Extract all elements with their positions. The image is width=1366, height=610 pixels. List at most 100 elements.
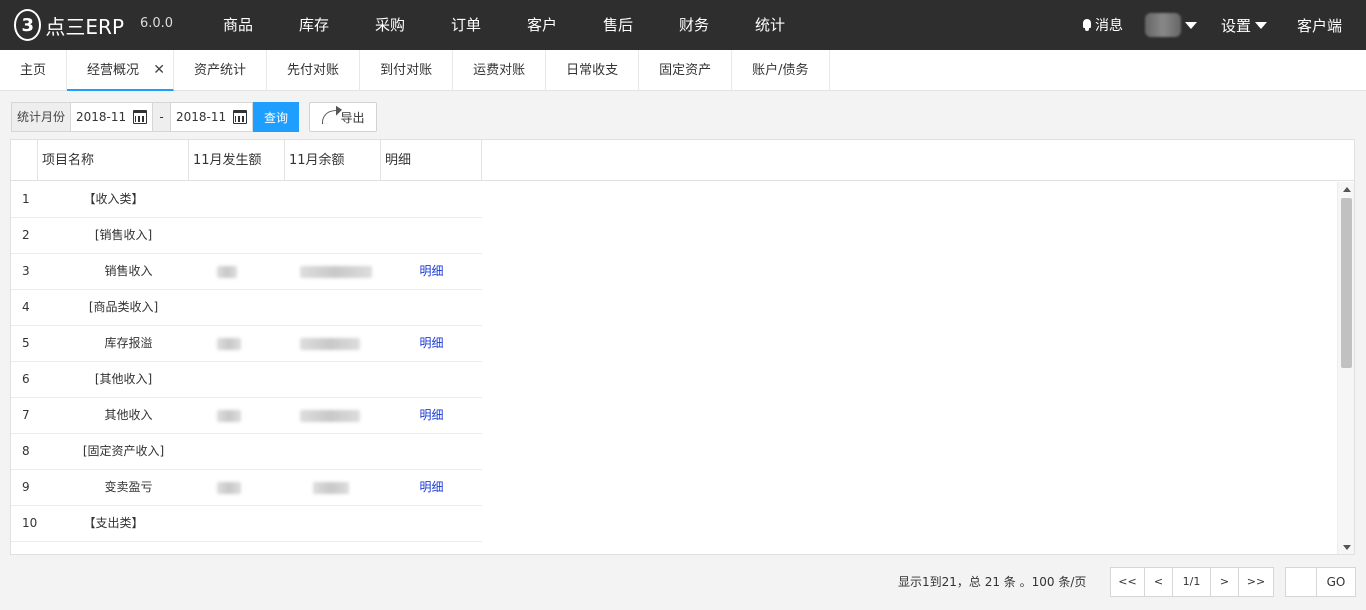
top-navigation-bar: 3 点三ERP 6.0.0 商品 库存 采购 订单 客户 售后 财务 统计 消息…	[0, 0, 1366, 50]
app-logo[interactable]: 3 点三ERP	[14, 9, 124, 41]
start-month-value: 2018-11	[76, 110, 127, 124]
detail-cell	[381, 506, 482, 541]
table-row[interactable]: 1 【收入类】	[11, 182, 482, 218]
detail-cell	[381, 290, 482, 325]
tab-label: 账户/债务	[752, 63, 809, 78]
avatar	[1144, 13, 1181, 37]
table-row[interactable]: 5 库存报溢 明细	[11, 326, 482, 362]
item-name: [销售收入]	[94, 228, 153, 242]
table-row[interactable]: 8 [固定资产收入]	[11, 434, 482, 470]
app-version: 6.0.0	[140, 16, 174, 31]
nav-item-inventory[interactable]: 库存	[276, 0, 352, 50]
tab-accounts-debts[interactable]: 账户/债务	[732, 50, 830, 91]
table-row[interactable]: 3 销售收入 明细	[11, 254, 482, 290]
next-page-button[interactable]: >	[1211, 568, 1239, 596]
month-balance	[285, 362, 381, 397]
tab-fixed-assets[interactable]: 固定资产	[639, 50, 733, 91]
row-index: 10	[22, 516, 38, 530]
month-balance	[285, 506, 381, 541]
row-index: 3	[22, 264, 30, 278]
header-month-balance[interactable]: 11月余额	[285, 140, 381, 181]
tab-home[interactable]: 主页	[0, 50, 68, 91]
detail-link[interactable]: 明细	[419, 336, 443, 350]
prev-page-button[interactable]: <	[1145, 568, 1173, 596]
row-index: 1	[22, 192, 30, 206]
bell-icon	[1082, 19, 1092, 31]
scroll-down-icon[interactable]	[1343, 545, 1351, 550]
caret-down-icon	[1254, 21, 1267, 29]
detail-cell: 明细	[381, 398, 482, 433]
end-month-input[interactable]: 2018-11	[171, 102, 254, 132]
item-name: [固定资产收入]	[82, 444, 165, 458]
nav-item-orders[interactable]: 订单	[428, 0, 504, 50]
tab-daily-income-expense[interactable]: 日常收支	[546, 50, 640, 91]
row-index: 9	[22, 480, 30, 494]
header-index	[11, 140, 38, 181]
nav-item-purchase[interactable]: 采购	[352, 0, 428, 50]
main-nav: 商品 库存 采购 订单 客户 售后 财务 统计	[200, 0, 808, 50]
month-amount	[189, 470, 285, 505]
header-month-amount[interactable]: 11月发生额	[189, 140, 285, 181]
close-icon[interactable]: ✕	[153, 50, 165, 91]
page-number-input[interactable]	[1285, 567, 1317, 597]
table-row[interactable]: 4 [商品类收入]	[11, 290, 482, 326]
last-page-button[interactable]: >>	[1239, 568, 1273, 596]
top-right-tools: 消息 设置 客户端	[1082, 0, 1366, 50]
table-row[interactable]: 2 [销售收入]	[11, 218, 482, 254]
go-button[interactable]: GO	[1316, 567, 1356, 597]
export-button[interactable]: 导出	[309, 102, 378, 132]
table-scrollbar[interactable]	[1337, 182, 1354, 554]
row-index: 4	[22, 300, 30, 314]
tab-business-overview[interactable]: 经营概况 ✕	[67, 50, 175, 91]
scroll-thumb[interactable]	[1341, 198, 1352, 368]
nav-item-goods[interactable]: 商品	[200, 0, 276, 50]
row-index: 6	[22, 372, 30, 386]
first-page-button[interactable]: <<	[1111, 568, 1145, 596]
user-menu[interactable]	[1144, 13, 1197, 37]
month-balance	[285, 398, 381, 433]
logo-text: 点三ERP	[45, 14, 124, 39]
blurred-value	[217, 410, 241, 422]
row-index: 2	[22, 228, 30, 242]
tab-freight-reconciliation[interactable]: 运费对账	[453, 50, 547, 91]
current-page-indicator: 1/1	[1173, 568, 1211, 596]
query-button[interactable]: 查询	[253, 102, 300, 132]
client-link[interactable]: 客户端	[1297, 15, 1342, 36]
detail-cell: 明细	[381, 254, 482, 289]
settings-menu[interactable]: 设置	[1221, 15, 1267, 36]
nav-item-finance[interactable]: 财务	[656, 0, 732, 50]
tab-label: 固定资产	[659, 63, 712, 78]
blurred-value	[313, 482, 349, 494]
item-name: 销售收入	[104, 264, 153, 278]
detail-link[interactable]: 明细	[419, 480, 443, 494]
detail-link[interactable]: 明细	[419, 264, 443, 278]
nav-item-statistics[interactable]: 统计	[732, 0, 808, 50]
tab-prepaid-reconciliation[interactable]: 先付对账	[267, 50, 361, 91]
table-row[interactable]: 7 其他收入 明细	[11, 398, 482, 434]
detail-link[interactable]: 明细	[419, 408, 443, 422]
scroll-up-icon[interactable]	[1343, 187, 1351, 192]
table-row[interactable]: 6 [其他收入]	[11, 362, 482, 398]
tab-asset-statistics[interactable]: 资产统计	[174, 50, 268, 91]
messages-label: 消息	[1094, 18, 1123, 34]
table-body: 1 【收入类】 2 [销售收入] 3 销售收入 明细 4 [商品类收入] 5 库…	[11, 182, 1337, 554]
header-detail[interactable]: 明细	[381, 140, 482, 181]
month-balance	[285, 218, 381, 253]
table-row[interactable]: 10 【支出类】	[11, 506, 482, 542]
page-tabs: 主页 经营概况 ✕ 资产统计 先付对账 到付对账 运费对账 日常收支 固定资产 …	[0, 50, 1366, 91]
detail-cell	[381, 434, 482, 469]
month-balance	[285, 470, 381, 505]
start-month-input[interactable]: 2018-11	[71, 102, 154, 132]
messages-button[interactable]: 消息	[1082, 15, 1123, 35]
table-row[interactable]: 9 变卖盈亏 明细	[11, 470, 482, 506]
blurred-value	[217, 266, 237, 278]
nav-item-customers[interactable]: 客户	[504, 0, 580, 50]
header-item-name[interactable]: 项目名称	[38, 140, 189, 181]
overview-table: 项目名称 11月发生额 11月余额 明细 1 【收入类】 2 [销售收入] 3 …	[10, 139, 1355, 555]
nav-item-after-sales[interactable]: 售后	[580, 0, 656, 50]
tab-cod-reconciliation[interactable]: 到付对账	[360, 50, 454, 91]
item-name: 库存报溢	[104, 336, 153, 350]
tab-label: 主页	[20, 63, 47, 78]
share-icon	[321, 109, 336, 125]
blurred-value	[300, 410, 360, 422]
